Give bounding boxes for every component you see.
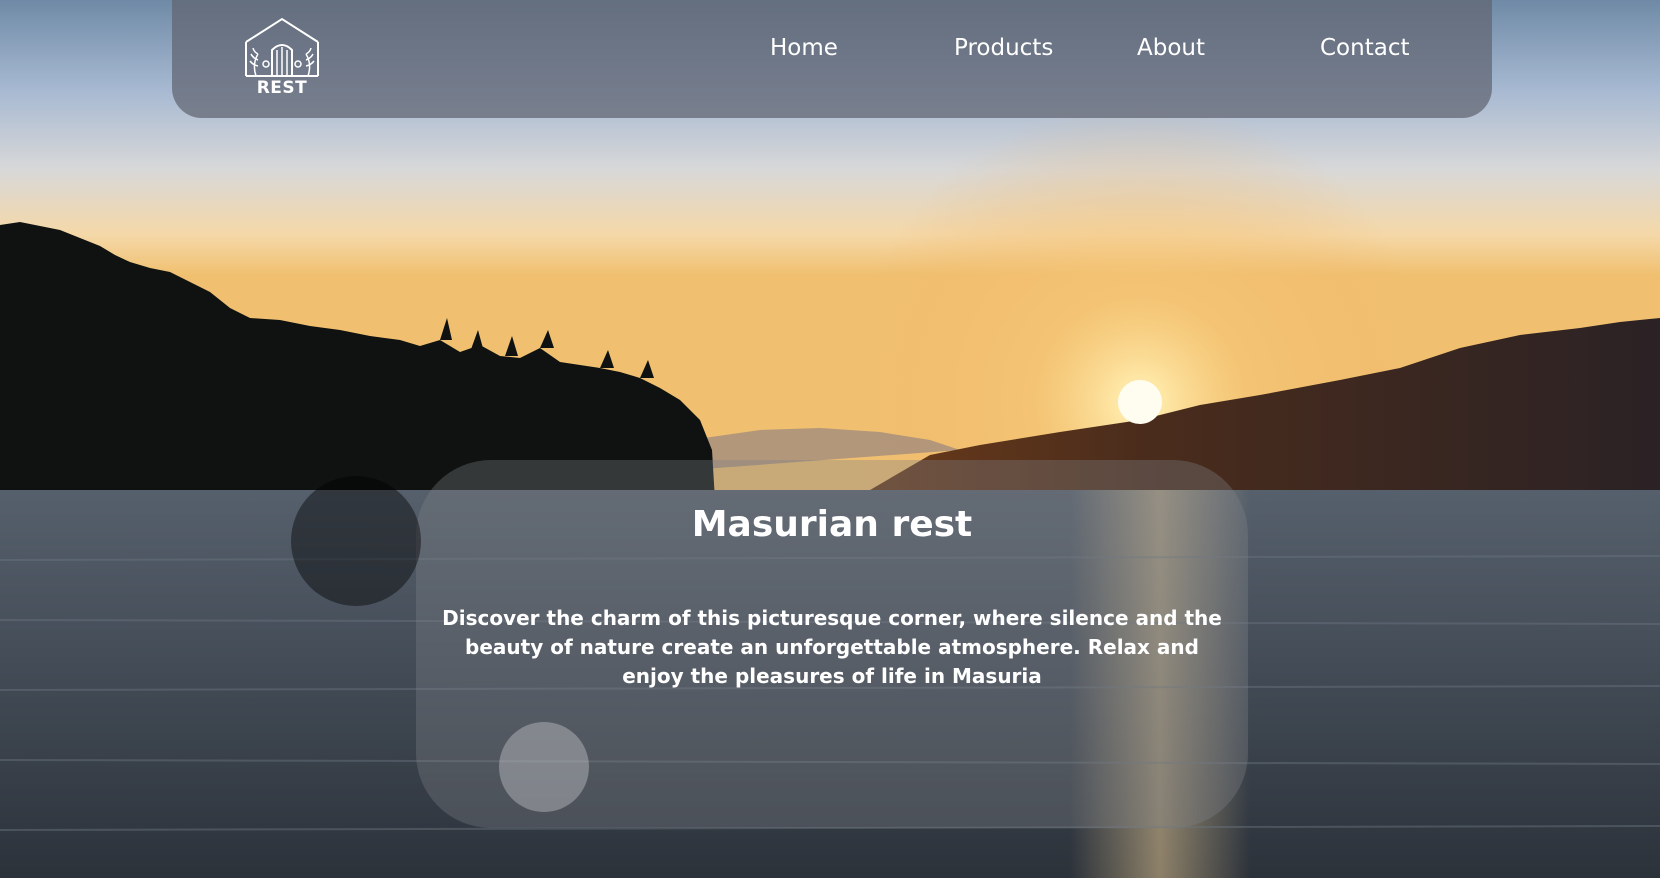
hero-description: Discover the charm of this picturesque c… — [442, 606, 1222, 688]
hero-title: Masurian rest — [691, 504, 973, 545]
decorative-circle-dark — [291, 476, 421, 606]
nav-link-contact[interactable]: Contact — [1320, 34, 1409, 62]
nav-link-about[interactable]: About — [1137, 34, 1205, 62]
decorative-circle-light — [499, 722, 589, 812]
logo-text: REST — [256, 78, 308, 98]
navbar: REST Home Products About Contact — [172, 0, 1492, 118]
nav-link-products[interactable]: Products — [954, 34, 1053, 62]
house-logo-icon — [245, 17, 319, 77]
nav-link-home[interactable]: Home — [770, 34, 838, 62]
logo[interactable]: REST — [242, 16, 322, 102]
